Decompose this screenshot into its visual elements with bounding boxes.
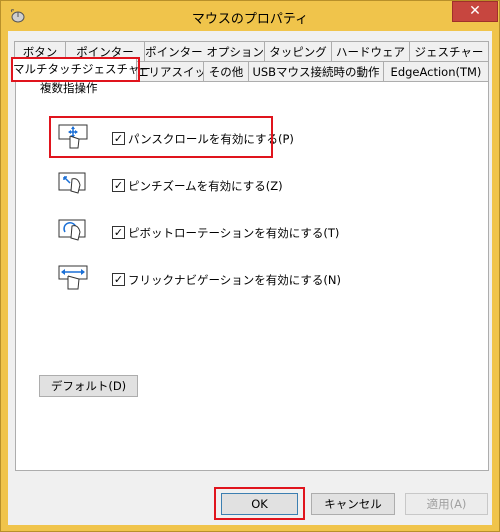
tab-pointer-options[interactable]: ポインター オプション [144,41,265,62]
pan-scroll-highlight-box [49,116,273,158]
default-button[interactable]: デフォルト(D) [39,375,138,397]
tab-edgeaction[interactable]: EdgeAction(TM) [383,61,489,82]
dialog-body: ボタン ポインター ポインター オプション タッピング ハードウェア ジェスチャ… [8,31,492,525]
close-button[interactable]: ✕ [452,1,498,22]
tab-highlight-box [11,57,140,82]
group-label: 複数指操作 [37,80,101,96]
cancel-button[interactable]: キャンセル [311,493,395,515]
flick-navigation-gesture-icon [58,265,88,290]
tab-hardware[interactable]: ハードウェア [331,41,410,62]
pivot-rotation-gesture-icon [58,219,86,241]
mouse-properties-window: マウスのプロパティ ✕ ボタン ポインター ポインター オプション タッピング … [0,0,500,532]
window-title: マウスのプロパティ [191,12,309,27]
tab-usb-mouse-behavior[interactable]: USBマウス接続時の動作 [248,61,384,82]
tab-tapping[interactable]: タッピング [264,41,332,62]
ok-button-highlight-box [214,487,305,520]
title-bar[interactable]: マウスのプロパティ ✕ [1,1,499,31]
tab-others[interactable]: その他 [203,61,249,82]
pivot-rotation-label[interactable]: ピボットローテーションを有効にする(T) [128,225,339,241]
flick-navigation-checkbox[interactable]: ✓ [112,273,125,286]
pinch-zoom-checkbox[interactable]: ✓ [112,179,125,192]
pinch-zoom-label[interactable]: ピンチズームを有効にする(Z) [128,178,283,194]
pivot-rotation-checkbox[interactable]: ✓ [112,226,125,239]
pinch-zoom-gesture-icon [58,172,86,194]
flick-navigation-label[interactable]: フリックナビゲーションを有効にする(N) [128,272,341,288]
apply-button[interactable]: 適用(A) [405,493,488,515]
tab-gestures[interactable]: ジェスチャー [409,41,489,62]
